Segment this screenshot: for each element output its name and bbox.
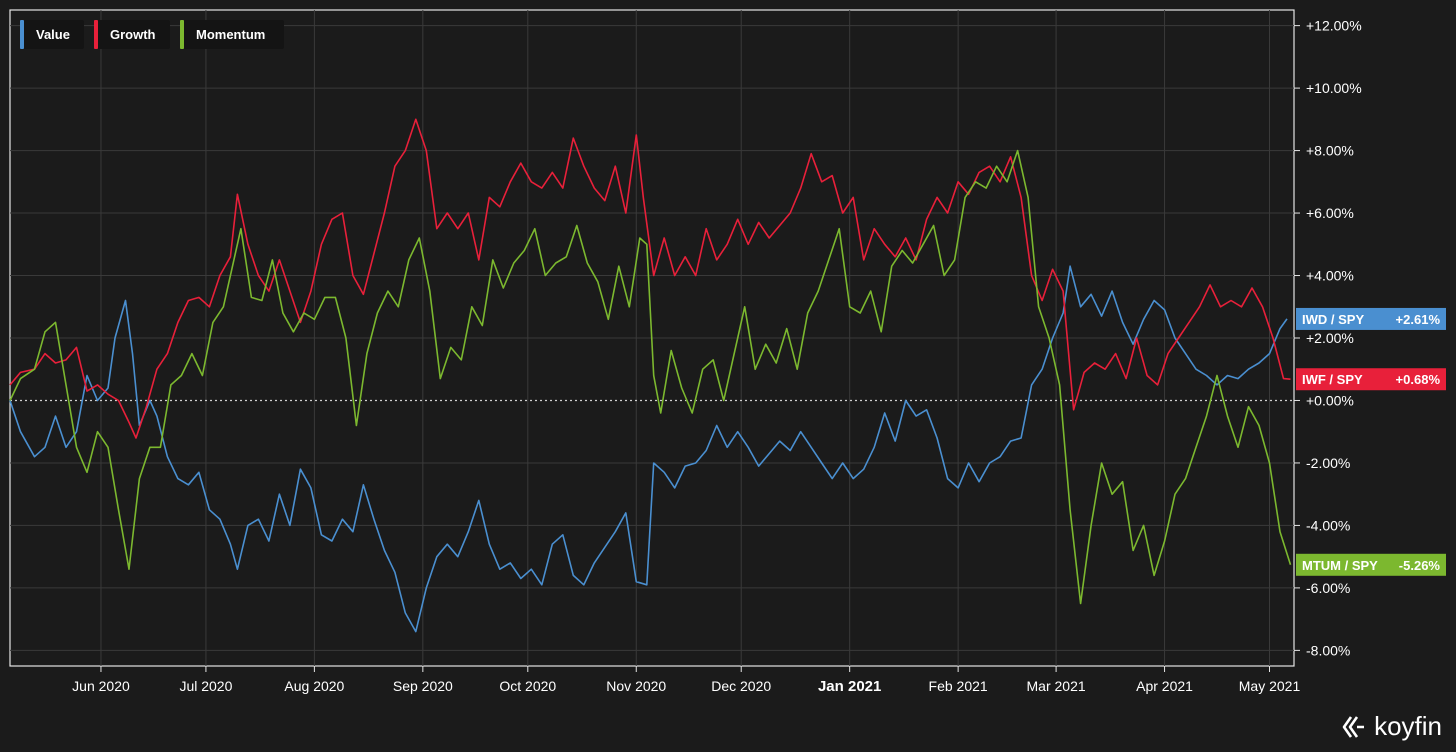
legend-item-value[interactable]: Value <box>20 20 84 49</box>
y-tick-label: +2.00% <box>1306 330 1354 346</box>
y-tick-label: +8.00% <box>1306 143 1354 159</box>
x-tick-label: Jun 2020 <box>72 678 130 694</box>
x-tick-label: Nov 2020 <box>606 678 666 694</box>
x-tick-label: Mar 2021 <box>1027 678 1086 694</box>
x-tick-label: Dec 2020 <box>711 678 771 694</box>
legend-swatch <box>94 20 98 49</box>
koyfin-logo-icon <box>1342 715 1365 738</box>
badge-growth: IWF / SPY +0.68% <box>1296 368 1446 391</box>
y-tick-label: +6.00% <box>1306 205 1354 221</box>
x-tick-label: May 2021 <box>1239 678 1301 694</box>
y-tick-label: -2.00% <box>1306 455 1350 471</box>
x-tick-label: Sep 2020 <box>393 678 453 694</box>
legend-swatch <box>20 20 24 49</box>
badge-value: -5.26% <box>1399 558 1441 573</box>
badge-label: MTUM / SPY <box>1302 558 1378 573</box>
legend-item-momentum[interactable]: Momentum <box>180 20 284 49</box>
y-tick-label: +12.00% <box>1306 18 1362 34</box>
badge-momentum: MTUM / SPY -5.26% <box>1296 553 1446 576</box>
x-axis-ticks: Jun 2020 Jul 2020 Aug 2020 Sep 2020 Oct 2020… <box>72 666 1300 695</box>
x-tick-label: Aug 2020 <box>284 678 344 694</box>
legend-label: Growth <box>110 27 156 42</box>
legend-swatch <box>180 20 184 49</box>
series-lines <box>9 118 1292 633</box>
last-value-badges: IWD / SPY +2.61% IWF / SPY +0.68% MTUM / SPY… <box>1296 307 1446 576</box>
badge-label: IWF / SPY <box>1302 372 1363 387</box>
badge-label: IWD / SPY <box>1302 312 1364 327</box>
legend-label: Value <box>36 27 70 42</box>
y-tick-label: -4.00% <box>1306 517 1350 533</box>
x-tick-label: Jan 2021 <box>818 678 881 695</box>
relative-performance-chart: +12.00% +10.00% +8.00% +6.00% +4.00% +2.00% +0… <box>9 9 1446 695</box>
legend[interactable]: Value Growth Momentum <box>20 20 284 49</box>
y-tick-label: +0.00% <box>1306 392 1354 408</box>
y-tick-label: +4.00% <box>1306 268 1354 284</box>
y-tick-label: +10.00% <box>1306 80 1362 96</box>
brand-logo: koyfin <box>1342 711 1442 742</box>
badge-value: +0.68% <box>1396 372 1441 387</box>
badge-value: IWD / SPY +2.61% <box>1296 307 1446 330</box>
legend-label: Momentum <box>196 27 265 42</box>
x-tick-label: Jul 2020 <box>179 678 232 694</box>
y-tick-label: -6.00% <box>1306 580 1350 596</box>
x-tick-label: Apr 2021 <box>1136 678 1193 694</box>
legend-item-growth[interactable]: Growth <box>94 20 170 49</box>
badge-value: +2.61% <box>1396 312 1441 327</box>
x-tick-label: Oct 2020 <box>499 678 556 694</box>
series-line-growth <box>9 118 1291 439</box>
y-tick-label: -8.00% <box>1306 642 1350 658</box>
brand-name: koyfin <box>1374 711 1442 741</box>
x-tick-label: Feb 2021 <box>929 678 988 694</box>
series-line-value <box>9 265 1288 633</box>
